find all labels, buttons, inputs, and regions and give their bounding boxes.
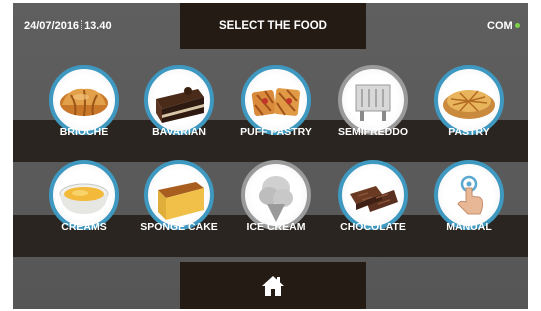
food-label: CREAMS <box>61 221 107 233</box>
connection-status-label: COM <box>487 20 513 32</box>
datetime: 24/07/2016 13.40 <box>24 20 112 32</box>
page-title: SELECT THE FOOD <box>219 20 327 32</box>
food-manual-button[interactable]: MANUAL <box>425 160 513 290</box>
food-label: BAVARIAN <box>152 126 206 138</box>
home-button[interactable] <box>180 262 366 309</box>
brioche-icon <box>49 65 119 135</box>
food-creams-button[interactable]: CREAMS <box>40 160 128 290</box>
food-label: CHOCOLATE <box>340 221 406 233</box>
food-label: ICE CREAM <box>246 221 306 233</box>
date: 24/07/2016 <box>24 20 80 32</box>
puff-pastry-icon <box>241 65 311 135</box>
creams-icon <box>49 160 119 230</box>
time: 13.40 <box>84 20 112 32</box>
datetime-separator <box>81 20 83 30</box>
semifreddo-icon <box>338 65 408 135</box>
food-label: MANUAL <box>446 221 492 233</box>
food-label: SPONGE CAKE <box>140 221 218 233</box>
screen: 24/07/2016 13.40 SELECT THE FOOD COM BRIO… <box>13 3 528 309</box>
status-dot-icon <box>514 23 520 28</box>
manual-icon <box>434 160 504 230</box>
food-label: PUFF PASTRY <box>240 126 312 138</box>
ice-cream-icon <box>241 160 311 230</box>
food-label: BRIOCHE <box>59 126 109 138</box>
pastry-icon <box>434 65 504 135</box>
connection-status: COM <box>487 20 520 32</box>
food-label: SEMIFREDDO <box>337 126 408 138</box>
food-label: PASTRY <box>448 126 490 138</box>
bavarian-icon <box>144 65 214 135</box>
home-icon <box>262 275 284 296</box>
sponge-cake-icon <box>144 160 214 230</box>
chocolate-icon <box>338 160 408 230</box>
title-box: SELECT THE FOOD <box>180 3 366 49</box>
